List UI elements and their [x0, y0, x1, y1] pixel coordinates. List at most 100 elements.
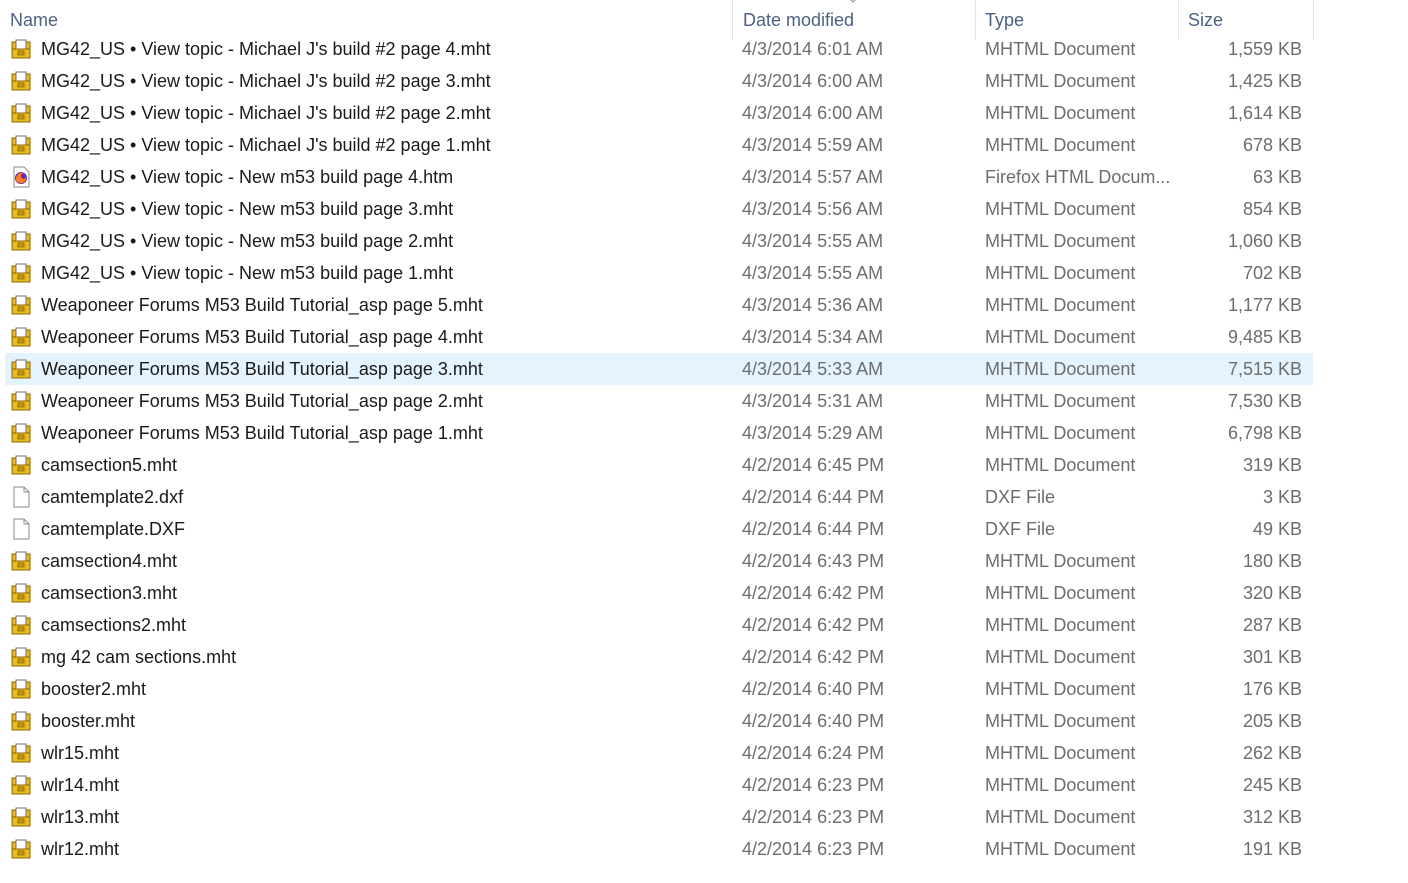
mhtml-document-icon — [11, 199, 31, 219]
mhtml-document-icon — [11, 839, 31, 859]
file-icon-cell — [10, 225, 32, 257]
file-icon-cell — [10, 289, 32, 321]
file-type: MHTML Document — [985, 583, 1136, 603]
file-name: wlr13.mht — [41, 807, 120, 827]
file-rows: MG42_US • View topic - Michael J's build… — [0, 33, 1408, 865]
mhtml-document-icon — [11, 679, 31, 699]
file-name: MG42_US • View topic - Michael J's build… — [41, 71, 491, 91]
file-date-modified: 4/3/2014 5:31 AM — [742, 391, 884, 411]
file-row[interactable]: camsection4.mht 4/2/2014 6:43 PM MHTML D… — [5, 545, 1313, 577]
file-list-view: Name Date modified Type Size MG42_US • V… — [0, 0, 1408, 883]
file-size: 312 KB — [1242, 807, 1302, 827]
file-size: 1,177 KB — [1227, 295, 1302, 315]
file-date-modified: 4/3/2014 5:29 AM — [742, 423, 884, 443]
file-size: 176 KB — [1242, 679, 1302, 699]
file-size: 1,425 KB — [1227, 71, 1302, 91]
mhtml-document-icon — [11, 295, 31, 315]
file-type: MHTML Document — [985, 39, 1136, 59]
file-row[interactable]: wlr14.mht 4/2/2014 6:23 PM MHTML Documen… — [5, 769, 1313, 801]
file-date-modified: 4/3/2014 5:59 AM — [742, 135, 884, 155]
file-size: 320 KB — [1242, 583, 1302, 603]
file-row[interactable]: wlr12.mht 4/2/2014 6:23 PM MHTML Documen… — [5, 833, 1313, 865]
file-row[interactable]: MG42_US • View topic - Michael J's build… — [5, 65, 1313, 97]
file-name: MG42_US • View topic - Michael J's build… — [41, 103, 491, 123]
file-name: Weaponeer Forums M53 Build Tutorial_asp … — [41, 327, 483, 347]
mhtml-document-icon — [11, 807, 31, 827]
file-row[interactable]: MG42_US • View topic - New m53 build pag… — [5, 225, 1313, 257]
file-date-modified: 4/2/2014 6:42 PM — [742, 647, 885, 667]
file-type: MHTML Document — [985, 359, 1136, 379]
file-size: 854 KB — [1242, 199, 1302, 219]
file-size: 1,060 KB — [1227, 231, 1302, 251]
file-name: wlr12.mht — [41, 839, 120, 859]
file-row[interactable]: booster.mht 4/2/2014 6:40 PM MHTML Docum… — [5, 705, 1313, 737]
file-date-modified: 4/3/2014 5:55 AM — [742, 263, 884, 283]
file-row[interactable]: MG42_US • View topic - New m53 build pag… — [5, 161, 1313, 193]
file-row[interactable]: MG42_US • View topic - New m53 build pag… — [5, 257, 1313, 289]
file-row[interactable]: Weaponeer Forums M53 Build Tutorial_asp … — [5, 321, 1313, 353]
file-type: Firefox HTML Docum... — [985, 167, 1171, 187]
file-row[interactable]: Weaponeer Forums M53 Build Tutorial_asp … — [5, 385, 1313, 417]
file-row[interactable]: camsection3.mht 4/2/2014 6:42 PM MHTML D… — [5, 577, 1313, 609]
file-size: 3 KB — [1262, 487, 1302, 507]
file-row[interactable]: camsection5.mht 4/2/2014 6:45 PM MHTML D… — [5, 449, 1313, 481]
mhtml-document-icon — [11, 231, 31, 251]
file-row[interactable]: booster2.mht 4/2/2014 6:40 PM MHTML Docu… — [5, 673, 1313, 705]
mhtml-document-icon — [11, 391, 31, 411]
mhtml-document-icon — [11, 327, 31, 347]
sort-descending-icon — [850, 0, 856, 3]
file-type: MHTML Document — [985, 711, 1136, 731]
file-row[interactable]: camtemplate2.dxf 4/2/2014 6:44 PM DXF Fi… — [5, 481, 1313, 513]
file-row[interactable]: wlr15.mht 4/2/2014 6:24 PM MHTML Documen… — [5, 737, 1313, 769]
file-row[interactable]: camtemplate.DXF 4/2/2014 6:44 PM DXF Fil… — [5, 513, 1313, 545]
file-size: 319 KB — [1242, 455, 1302, 475]
file-date-modified: 4/3/2014 6:00 AM — [742, 103, 884, 123]
file-date-modified: 4/3/2014 6:01 AM — [742, 39, 884, 59]
file-size: 9,485 KB — [1227, 327, 1302, 347]
file-icon-cell — [10, 353, 32, 385]
file-date-modified: 4/3/2014 5:56 AM — [742, 199, 884, 219]
file-name: camtemplate.DXF — [41, 519, 186, 539]
file-icon-cell — [10, 129, 32, 161]
file-row[interactable]: MG42_US • View topic - Michael J's build… — [5, 97, 1313, 129]
file-size: 262 KB — [1242, 743, 1302, 763]
file-row[interactable]: camsections2.mht 4/2/2014 6:42 PM MHTML … — [5, 609, 1313, 641]
mhtml-document-icon — [11, 135, 31, 155]
file-type: MHTML Document — [985, 391, 1136, 411]
file-date-modified: 4/2/2014 6:23 PM — [742, 807, 885, 827]
file-type: MHTML Document — [985, 679, 1136, 699]
file-icon-cell — [10, 321, 32, 353]
mhtml-document-icon — [11, 743, 31, 763]
file-name: Weaponeer Forums M53 Build Tutorial_asp … — [41, 359, 483, 379]
file-type: MHTML Document — [985, 103, 1136, 123]
file-icon-cell — [10, 673, 32, 705]
file-icon-cell — [10, 545, 32, 577]
file-row[interactable]: Weaponeer Forums M53 Build Tutorial_asp … — [5, 417, 1313, 449]
file-type: MHTML Document — [985, 775, 1136, 795]
file-row[interactable]: wlr13.mht 4/2/2014 6:23 PM MHTML Documen… — [5, 801, 1313, 833]
file-type: MHTML Document — [985, 743, 1136, 763]
file-row[interactable]: MG42_US • View topic - New m53 build pag… — [5, 193, 1313, 225]
file-date-modified: 4/2/2014 6:23 PM — [742, 839, 885, 859]
file-icon-cell — [10, 449, 32, 481]
file-size: 7,515 KB — [1227, 359, 1302, 379]
file-date-modified: 4/2/2014 6:23 PM — [742, 775, 885, 795]
file-name: MG42_US • View topic - New m53 build pag… — [41, 167, 454, 187]
file-row[interactable]: MG42_US • View topic - Michael J's build… — [5, 33, 1313, 65]
file-icon-cell — [10, 257, 32, 289]
file-type: MHTML Document — [985, 455, 1136, 475]
file-row[interactable]: Weaponeer Forums M53 Build Tutorial_asp … — [5, 353, 1313, 385]
file-row[interactable]: mg 42 cam sections.mht 4/2/2014 6:42 PM … — [5, 641, 1313, 673]
file-name: MG42_US • View topic - Michael J's build… — [41, 135, 491, 155]
file-row[interactable]: Weaponeer Forums M53 Build Tutorial_asp … — [5, 289, 1313, 321]
file-date-modified: 4/3/2014 5:57 AM — [742, 167, 884, 187]
file-type: MHTML Document — [985, 295, 1136, 315]
file-icon-cell — [10, 609, 32, 641]
file-type: MHTML Document — [985, 199, 1136, 219]
file-icon-cell — [10, 769, 32, 801]
mhtml-document-icon — [11, 263, 31, 283]
file-row[interactable]: MG42_US • View topic - Michael J's build… — [5, 129, 1313, 161]
file-name: camsection5.mht — [41, 455, 178, 475]
mhtml-document-icon — [11, 455, 31, 475]
mhtml-document-icon — [11, 551, 31, 571]
